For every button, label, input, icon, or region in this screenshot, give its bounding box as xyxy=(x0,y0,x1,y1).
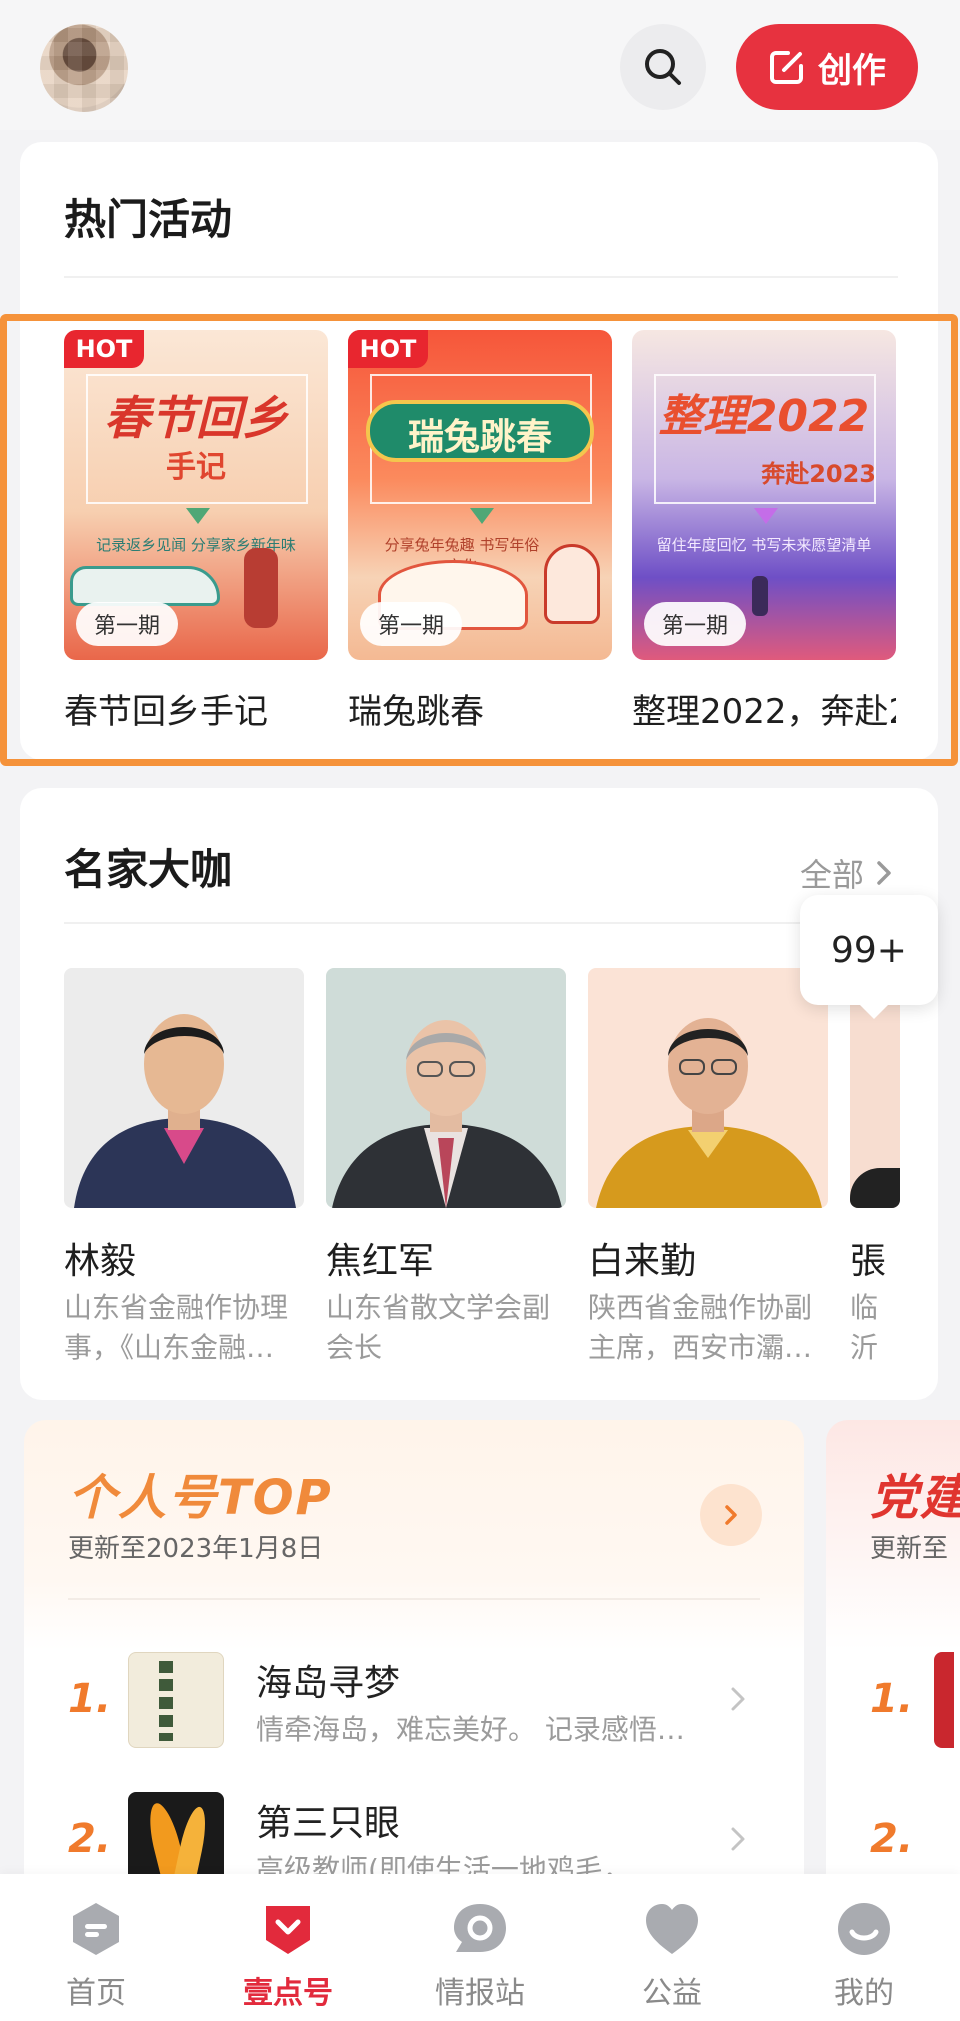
celebrity-description: 山东省金融作协理事，《山东金融… xyxy=(64,1291,289,1364)
issue-tag: 第一期 xyxy=(76,602,179,646)
nav-label: 首页 xyxy=(66,1976,126,2011)
calligraphy-illustration xyxy=(159,1661,173,1741)
personal-top-title: 个人号TOP xyxy=(68,1470,333,1526)
nav-home[interactable]: 首页 xyxy=(16,1874,176,2021)
poster-title: 瑞兔跳春 xyxy=(407,417,552,458)
hot-activities-title: 热门活动 xyxy=(64,195,233,244)
nav-yidianhao[interactable]: 壹点号 xyxy=(208,1874,368,2021)
search-icon xyxy=(645,49,681,85)
activity-label[interactable]: 春节回乡手记 xyxy=(64,684,328,733)
chevron-right-icon xyxy=(877,861,891,885)
person-silhouette xyxy=(752,576,768,616)
poster-subtitle: 手记 xyxy=(166,450,226,485)
train-illustration xyxy=(70,566,220,606)
poster-title: 整理2022 xyxy=(658,391,870,442)
search-button[interactable] xyxy=(620,24,706,110)
hot-tag: HOT xyxy=(348,330,428,368)
intel-station-icon xyxy=(454,1904,506,1952)
arrow-down-icon xyxy=(186,508,210,524)
update-date: 更新至2023年1月8日 xyxy=(68,1534,324,1564)
party-top-title: 党建 xyxy=(870,1470,960,1526)
poster-caption: 留住年度回忆 书写未来愿望清单 xyxy=(656,536,872,554)
view-all-label: 全部 xyxy=(799,856,864,894)
arrow-down-icon xyxy=(470,508,494,524)
arrow-down-icon xyxy=(754,508,778,524)
nav-label: 我的 xyxy=(834,1976,894,2011)
account-thumbnail xyxy=(934,1652,954,1748)
create-button[interactable]: 创作 xyxy=(736,24,918,110)
personal-top-more-button[interactable] xyxy=(700,1484,762,1546)
activity-label[interactable]: 瑞兔跳春 xyxy=(348,684,612,733)
rank-number: 2. xyxy=(870,1816,914,1862)
portrait-illustration xyxy=(596,1018,822,1208)
notification-badge[interactable]: 99+ xyxy=(800,895,938,1019)
issue-tag: 第一期 xyxy=(644,602,747,646)
chevron-right-icon[interactable] xyxy=(728,1684,748,1714)
rank-number: 1. xyxy=(68,1676,112,1722)
account-thumbnail[interactable] xyxy=(128,1652,224,1748)
poster-subtitle: 奔赴2023 xyxy=(761,460,876,488)
profile-icon xyxy=(838,1903,890,1955)
poster-caption: 记录返乡见闻 分享家乡新年味 xyxy=(96,536,296,554)
poster-title: 春节回乡 xyxy=(104,391,288,445)
celebrity-photo[interactable] xyxy=(326,968,566,1208)
rabbit-illustration xyxy=(544,544,600,624)
celebrity-name[interactable]: 白来勤 xyxy=(588,1232,696,1284)
account-description: 情牵海岛，难忘美好。 记录感悟… xyxy=(256,1713,685,1746)
activity-poster-rabbit-spring[interactable]: 瑞兔跳春 分享兔年兔趣 书写年俗文化 HOT 第一期 xyxy=(348,330,612,660)
nav-profile[interactable]: 我的 xyxy=(784,1874,944,2021)
portrait-illustration xyxy=(74,1014,296,1208)
heart-icon xyxy=(646,1904,698,1954)
portrait-illustration xyxy=(850,1168,900,1208)
portrait-illustration xyxy=(332,1020,562,1208)
activity-label[interactable]: 整理2022，奔赴2023 xyxy=(632,684,896,733)
celebrity-photo[interactable] xyxy=(588,968,828,1208)
nav-label: 公益 xyxy=(642,1976,702,2011)
celebrities-title: 名家大咖 xyxy=(64,845,233,894)
rank-number: 1. xyxy=(870,1676,914,1722)
chevron-right-icon xyxy=(725,1505,737,1525)
divider xyxy=(68,1598,760,1600)
nav-label: 壹点号 xyxy=(243,1976,333,2011)
issue-tag: 第一期 xyxy=(360,602,463,646)
hot-tag: HOT xyxy=(64,330,144,368)
user-avatar[interactable] xyxy=(40,24,128,112)
celebrity-name[interactable]: 林毅 xyxy=(64,1232,136,1284)
edit-icon xyxy=(770,51,803,84)
nav-charity[interactable]: 公益 xyxy=(592,1874,752,2021)
create-label: 创作 xyxy=(818,50,886,91)
celebrity-description: 陕西省金融作协副主席，西安市灞… xyxy=(588,1291,813,1364)
celebrity-description: 临沂 xyxy=(850,1291,879,1364)
home-icon xyxy=(73,1903,119,1955)
bottom-navigation: 首页 壹点号 情报站 公益 我的 xyxy=(0,1874,960,2021)
divider xyxy=(64,276,898,278)
activity-poster-spring-home[interactable]: 春节回乡 手记 记录返乡见闻 分享家乡新年味 HOT 第一期 xyxy=(64,330,328,660)
activity-poster-review-2022[interactable]: 整理2022 奔赴2023 留住年度回忆 书写未来愿望清单 第一期 xyxy=(632,330,896,660)
celebrity-description: 山东省散文学会副会长 xyxy=(326,1291,551,1364)
celebrity-photo[interactable] xyxy=(64,968,304,1208)
view-all-link[interactable]: 全部 xyxy=(800,850,894,896)
chevron-right-icon[interactable] xyxy=(728,1824,748,1854)
yidianhao-icon xyxy=(266,1906,310,1954)
update-date: 更新至 xyxy=(870,1534,949,1564)
traveler-illustration xyxy=(244,548,278,628)
nav-intel-station[interactable]: 情报站 xyxy=(400,1874,560,2021)
rank-number: 2. xyxy=(68,1816,112,1862)
top-bar: 创作 xyxy=(0,0,960,130)
celebrity-name[interactable]: 張 xyxy=(850,1232,900,1284)
celebrity-name[interactable]: 焦红军 xyxy=(326,1232,434,1284)
account-name[interactable]: 第三只眼 xyxy=(256,1794,400,1846)
nav-label: 情报站 xyxy=(435,1976,525,2011)
divider xyxy=(64,922,898,924)
celebrities-card: 名家大咖 全部 林毅 焦红军 白来勤 張 山东省金融作协理事，《山东金融… 山东… xyxy=(20,788,938,1400)
account-name[interactable]: 海岛寻梦 xyxy=(256,1654,400,1706)
